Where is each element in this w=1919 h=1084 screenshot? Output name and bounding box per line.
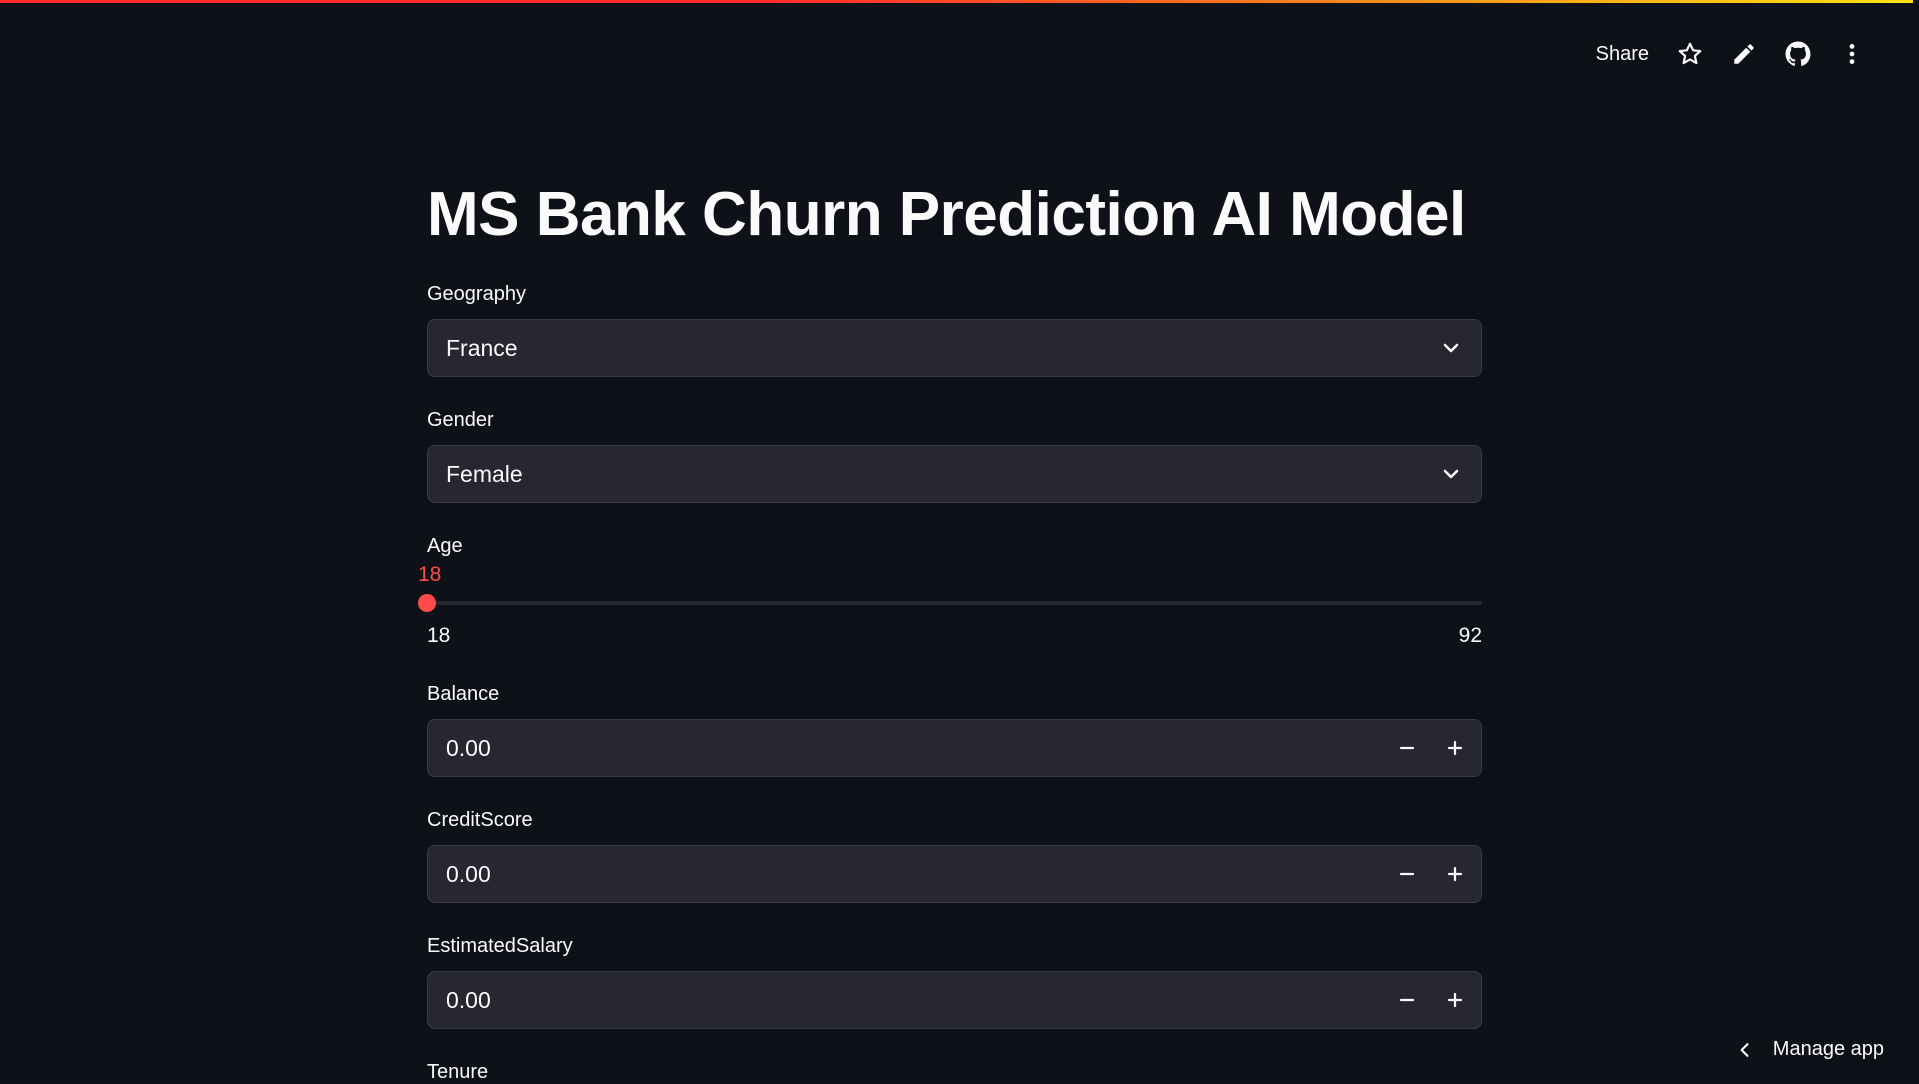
- age-slider-value: 18: [418, 563, 441, 587]
- age-slider-max: 92: [1459, 624, 1482, 648]
- plus-icon: [1446, 991, 1464, 1009]
- page-title: MS Bank Churn Prediction AI Model: [427, 175, 1466, 255]
- chevron-left-icon: [1735, 1040, 1755, 1060]
- credit-score-decrement-button[interactable]: [1383, 846, 1431, 902]
- balance-input[interactable]: 0.00: [427, 719, 1482, 777]
- age-slider-min: 18: [427, 624, 450, 648]
- top-decoration-bar: [0, 0, 1919, 3]
- manage-app-label: Manage app: [1773, 1038, 1884, 1061]
- age-slider-thumb[interactable]: [418, 594, 436, 612]
- chevron-down-icon: [1439, 336, 1463, 360]
- minus-icon: [1398, 865, 1416, 883]
- github-icon[interactable]: [1771, 34, 1825, 74]
- more-vertical-icon[interactable]: [1825, 34, 1879, 74]
- gender-select[interactable]: Female: [427, 445, 1482, 503]
- header-toolbar: Share: [1582, 34, 1879, 74]
- gender-label: Gender: [427, 409, 494, 432]
- star-icon[interactable]: [1663, 34, 1717, 74]
- tenure-label: Tenure: [427, 1061, 488, 1084]
- minus-icon: [1398, 991, 1416, 1009]
- chevron-down-icon: [1439, 462, 1463, 486]
- estimated-salary-label: EstimatedSalary: [427, 935, 573, 958]
- credit-score-value[interactable]: 0.00: [446, 861, 491, 888]
- estimated-salary-input[interactable]: 0.00: [427, 971, 1482, 1029]
- geography-selected-value: France: [446, 335, 518, 362]
- age-slider-track[interactable]: [427, 601, 1482, 605]
- minus-icon: [1398, 739, 1416, 757]
- balance-decrement-button[interactable]: [1383, 720, 1431, 776]
- page-scrollbar[interactable]: [1913, 0, 1919, 1079]
- plus-icon: [1446, 739, 1464, 757]
- plus-icon: [1446, 865, 1464, 883]
- share-button[interactable]: Share: [1582, 35, 1663, 74]
- pencil-icon[interactable]: [1717, 34, 1771, 74]
- age-label: Age: [427, 535, 463, 558]
- estimated-salary-decrement-button[interactable]: [1383, 972, 1431, 1028]
- manage-app-button[interactable]: Manage app: [1735, 1038, 1884, 1061]
- balance-increment-button[interactable]: [1431, 720, 1479, 776]
- credit-score-label: CreditScore: [427, 809, 533, 832]
- balance-value[interactable]: 0.00: [446, 735, 491, 762]
- credit-score-input[interactable]: 0.00: [427, 845, 1482, 903]
- geography-select[interactable]: France: [427, 319, 1482, 377]
- balance-label: Balance: [427, 683, 499, 706]
- gender-selected-value: Female: [446, 461, 523, 488]
- credit-score-increment-button[interactable]: [1431, 846, 1479, 902]
- estimated-salary-value[interactable]: 0.00: [446, 987, 491, 1014]
- geography-label: Geography: [427, 283, 526, 306]
- estimated-salary-increment-button[interactable]: [1431, 972, 1479, 1028]
